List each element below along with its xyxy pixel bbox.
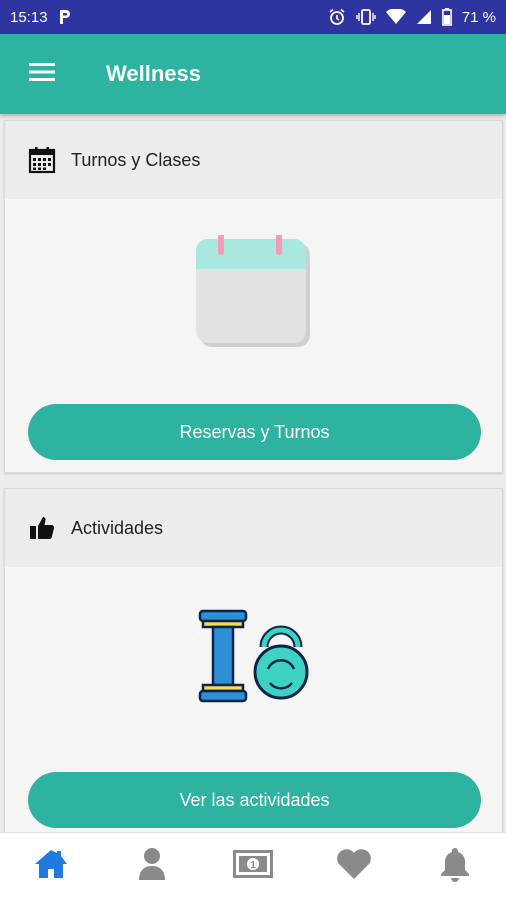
nav-profile[interactable] [112, 833, 192, 900]
menu-button[interactable] [0, 34, 84, 114]
favorites-heart-icon [336, 848, 372, 885]
svg-text:1: 1 [250, 860, 256, 871]
dumbbell-kettlebell-illustration [5, 609, 502, 707]
battery-percent: 71 % [461, 8, 496, 26]
bottom-navigation: 1 [0, 832, 506, 900]
nav-favorites[interactable] [314, 833, 394, 900]
app-title: Wellness [106, 61, 201, 86]
status-time: 15:13 [10, 8, 48, 26]
card-header: Turnos y Clases [5, 121, 502, 199]
ver-actividades-button[interactable]: Ver las actividades [28, 772, 481, 828]
money-icon: 1 [232, 850, 273, 883]
app-bar: Wellness [0, 34, 506, 114]
reservas-turnos-button[interactable]: Reservas y Turnos [28, 404, 481, 460]
card-title: Turnos y Clases [71, 149, 201, 170]
signal-icon [416, 9, 432, 25]
wifi-icon [385, 9, 406, 25]
thumbs-up-icon [27, 513, 57, 543]
nav-money[interactable]: 1 [213, 833, 293, 900]
home-icon [33, 848, 69, 885]
card-title: Actividades [71, 517, 164, 538]
card-header: Actividades [5, 489, 502, 567]
battery-icon [441, 8, 452, 26]
hamburger-menu-icon [29, 62, 55, 87]
calendar-icon [27, 145, 57, 175]
parking-p-icon [58, 9, 72, 25]
status-bar: 15:13 71 % [0, 0, 506, 34]
nav-notifications[interactable] [415, 833, 495, 900]
card-turnos-clases: Turnos y Clases Reservas y Turnos [4, 120, 503, 473]
notifications-bell-icon [439, 846, 471, 887]
card-actividades: Actividades Ver las actividades [4, 488, 503, 832]
vibrate-icon [356, 8, 376, 26]
alarm-icon [328, 8, 346, 26]
calendar-illustration [5, 235, 502, 349]
main-content[interactable]: Turnos y Clases Reservas y Turnos Activi… [0, 114, 506, 832]
nav-home[interactable] [11, 833, 91, 900]
profile-icon [137, 847, 167, 886]
